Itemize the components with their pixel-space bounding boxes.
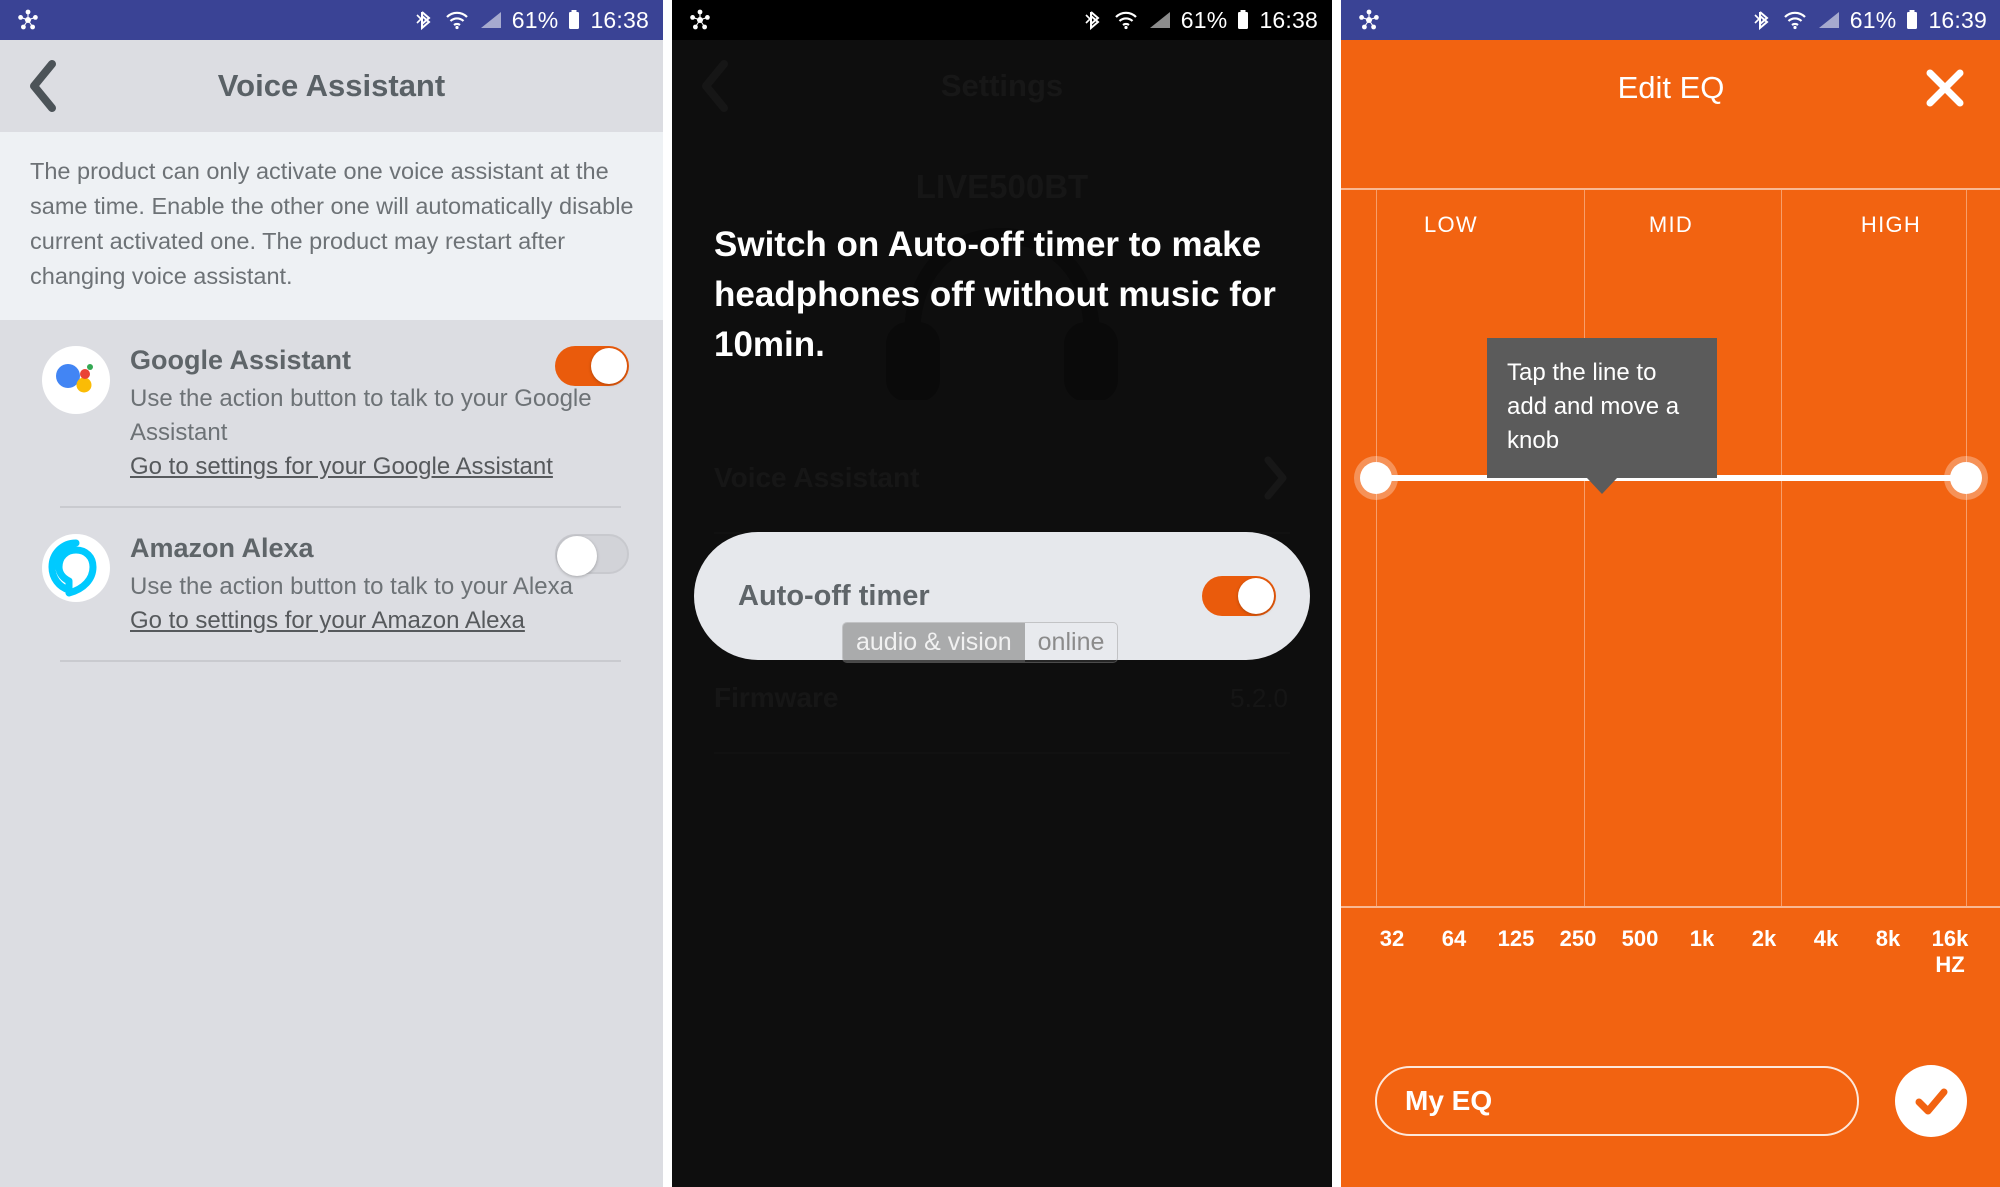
status-bar-panel2: 61% 16:38	[672, 0, 1332, 40]
eq-knob-right[interactable]	[1950, 462, 1982, 494]
close-x-icon	[1926, 69, 1964, 107]
eq-band-label-high: HIGH	[1860, 212, 1922, 237]
list-item-amazon-alexa[interactable]: Amazon Alexa Use the action button to ta…	[0, 508, 663, 648]
panel-gap	[663, 0, 672, 1187]
wifi-icon	[444, 8, 470, 32]
eq-tooltip: Tap the line to add and move a knob	[1487, 338, 1717, 494]
eq-gridline	[1966, 190, 1967, 906]
clock-label: 16:39	[1928, 6, 1987, 33]
eq-freq-tick: 125	[1497, 926, 1535, 951]
watermark-part1: audio & vision	[843, 623, 1025, 662]
app-logo-icon	[16, 8, 40, 32]
toggle-knob	[1238, 578, 1274, 614]
battery-icon	[1236, 8, 1250, 32]
status-bar-left-icons	[16, 8, 40, 32]
toggle-knob	[591, 348, 627, 384]
amazon-alexa-toggle[interactable]	[555, 534, 629, 579]
eq-gridline	[1376, 190, 1377, 906]
close-button[interactable]	[1923, 66, 1967, 110]
assistant-description: Use the action button to talk to your Go…	[130, 385, 592, 446]
watermark: audio & vision online	[842, 622, 1119, 663]
wifi-icon	[1113, 8, 1139, 32]
auto-off-timer-label: Auto-off timer	[738, 579, 930, 612]
status-bar-right-icons: 61% 16:38	[1084, 7, 1318, 34]
settings-content: Settings LIVE500BT Voice Assistant	[672, 40, 1332, 1187]
toggle-switch-on[interactable]	[555, 346, 629, 386]
wifi-icon	[1782, 8, 1808, 32]
panel-edit-eq: 61% 16:39 Edit EQ LOW MID HIGH Tap the l…	[1341, 0, 2000, 1187]
coachmark-instruction: Switch on Auto-off timer to make headpho…	[714, 225, 1276, 364]
back-button[interactable]	[0, 59, 86, 113]
eq-graph[interactable]: LOW MID HIGH Tap the line to add and mov…	[1341, 188, 2000, 908]
status-bar-panel3: 61% 16:39	[1341, 0, 2000, 40]
eq-band-label-low: LOW	[1423, 212, 1478, 237]
confirm-button[interactable]	[1895, 1065, 1967, 1137]
assistant-description: Use the action button to talk to your Al…	[130, 573, 573, 600]
eq-freq-tick: 500	[1621, 926, 1659, 951]
signal-icon	[1817, 8, 1841, 32]
eq-frequency-axis: 32 64 125 250 500 1k 2k 4k 8k 16k HZ	[1341, 908, 2000, 978]
google-assistant-toggle[interactable]	[555, 346, 629, 391]
chevron-left-icon	[30, 60, 56, 112]
toggle-switch-off[interactable]	[555, 534, 629, 576]
eq-freq-tick: 4k	[1813, 926, 1839, 951]
app-logo-icon	[1357, 8, 1381, 32]
status-bar-right-icons: 61% 16:39	[1753, 7, 1987, 34]
eq-band-label-mid: MID	[1648, 212, 1694, 237]
app-logo-icon	[688, 8, 712, 32]
panel-gap	[1332, 0, 1341, 1187]
battery-icon	[1905, 8, 1919, 32]
eq-gridline	[1584, 190, 1585, 906]
panel-settings: 61% 16:38 Settings LIVE50	[672, 0, 1332, 1187]
assistant-settings-link[interactable]: Go to settings for your Google Assistant	[130, 450, 627, 484]
assistant-name: Amazon Alexa	[130, 533, 314, 563]
page-title: Voice Assistant	[217, 68, 446, 103]
bluetooth-icon	[1753, 8, 1773, 32]
clock-label: 16:38	[1259, 6, 1318, 33]
signal-icon	[479, 8, 503, 32]
eq-knob-left[interactable]	[1360, 462, 1392, 494]
status-bar-right-icons: 61% 16:38	[415, 7, 649, 34]
list-divider	[60, 660, 621, 662]
eq-gridline	[1781, 190, 1782, 906]
eq-name-input[interactable]: My EQ	[1375, 1066, 1859, 1136]
auto-off-timer-toggle[interactable]	[1202, 576, 1276, 616]
assistant-list: Google Assistant Use the action button t…	[0, 320, 663, 1187]
assistant-settings-link[interactable]: Go to settings for your Amazon Alexa	[130, 604, 627, 638]
eq-freq-tick: 16k HZ	[1931, 926, 1969, 977]
bluetooth-icon	[1084, 8, 1104, 32]
battery-icon	[567, 8, 581, 32]
panel-voice-assistant: 61% 16:38 Voice Assistant The product ca…	[0, 0, 663, 1187]
amazon-alexa-icon	[42, 534, 110, 602]
voice-assistant-note: The product can only activate one voice …	[0, 132, 663, 320]
watermark-part2: online	[1024, 623, 1118, 662]
status-bar-left-icons	[688, 8, 712, 32]
voice-assistant-header: Voice Assistant	[0, 40, 663, 132]
eq-freq-tick: 2k	[1751, 926, 1777, 951]
battery-percent-label: 61%	[1180, 6, 1228, 33]
eq-freq-tick: 1k	[1689, 926, 1715, 951]
eq-freq-tick: 64	[1441, 926, 1467, 951]
eq-name-value: My EQ	[1405, 1085, 1493, 1116]
signal-icon	[1148, 8, 1172, 32]
battery-percent-label: 61%	[511, 6, 559, 33]
eq-freq-tick: 32	[1379, 926, 1405, 951]
edit-eq-footer: My EQ	[1341, 1065, 2000, 1187]
status-bar-left-icons	[1357, 8, 1381, 32]
page-title: Edit EQ	[1617, 70, 1725, 105]
clock-label: 16:38	[590, 6, 649, 33]
bluetooth-icon	[415, 8, 435, 32]
google-assistant-icon	[42, 346, 110, 414]
edit-eq-header: Edit EQ	[1341, 40, 2000, 136]
eq-freq-tick: 8k	[1875, 926, 1901, 951]
battery-percent-label: 61%	[1849, 6, 1897, 33]
screenshot-triptych: 61% 16:38 Voice Assistant The product ca…	[0, 0, 2000, 1187]
list-item-google-assistant[interactable]: Google Assistant Use the action button t…	[0, 320, 663, 494]
eq-freq-tick: 250	[1559, 926, 1597, 951]
status-bar-panel1: 61% 16:38	[0, 0, 663, 40]
check-icon	[1915, 1088, 1948, 1115]
assistant-name: Google Assistant	[130, 345, 352, 375]
eq-band-labels: LOW MID HIGH	[1341, 212, 2000, 238]
toggle-knob	[557, 536, 597, 576]
